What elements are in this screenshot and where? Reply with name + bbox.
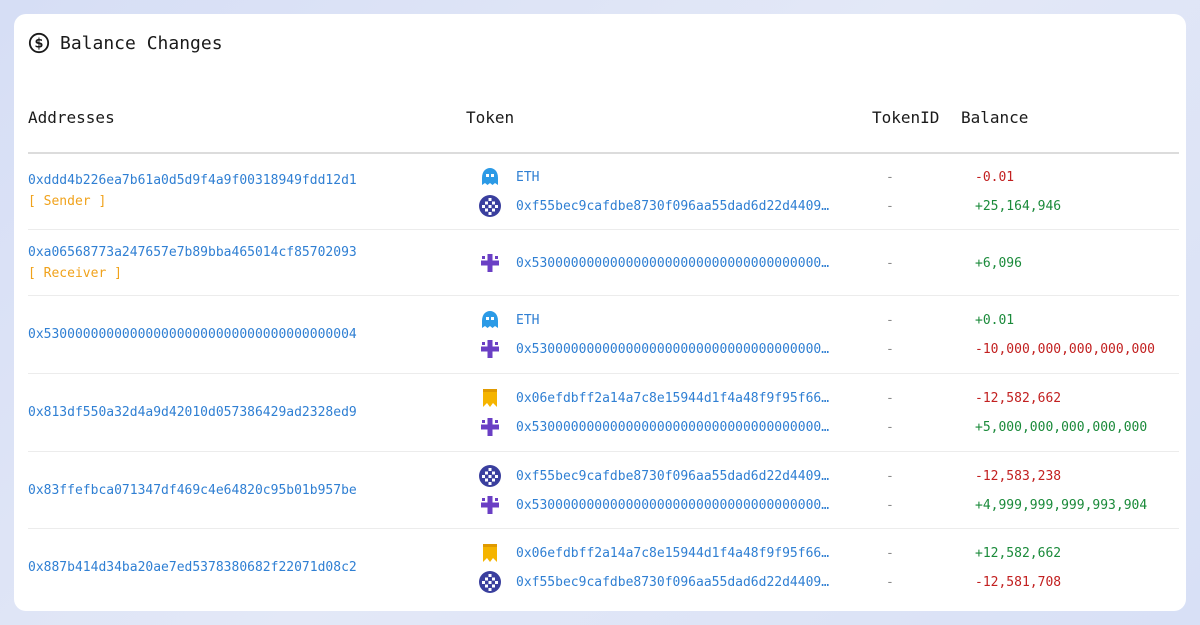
balance-change-value: -12,582,662 [975,391,1062,406]
balance-change-value: +25,164,946 [975,199,1062,214]
token-id-value: - [886,342,894,357]
token-id-value: - [886,420,894,435]
token-link[interactable]: 0x5300000000000000000000000000000000000… [516,491,866,520]
token-balance-entry: 0x06efdbff2a14a7c8e15944d1f4a48f9f95f66…… [28,384,1179,413]
token-link[interactable]: 0xf55bec9cafdbe8730f096aa55dad6d22d4409… [516,568,866,597]
token-link[interactable]: 0x06efdbff2a14a7c8e15944d1f4a48f9f95f66… [516,384,866,413]
balance-change-value: +0.01 [975,313,1015,328]
token-balance-entry: 0x5300000000000000000000000000000000000…… [28,491,1179,520]
token-id-value: - [886,469,894,484]
table-header: Addresses Token TokenID Balance [28,108,1179,154]
token-balance-entry: 0xf55bec9cafdbe8730f096aa55dad6d22d4409…… [28,192,1179,221]
token-link[interactable]: 0xf55bec9cafdbe8730f096aa55dad6d22d4409… [516,192,866,221]
token-balance-entry: 0x5300000000000000000000000000000000000…… [28,249,1179,278]
svg-text:$: $ [35,37,44,52]
yellow-token-icon [478,386,502,410]
checker-token-icon [478,570,502,594]
token-balance-entry: ETH - -0.01 [28,163,1179,192]
table-row: 0xa06568773a247657e7b89bba465014cf857020… [28,230,1179,296]
cross-token-icon [478,337,502,361]
token-link[interactable]: 0x5300000000000000000000000000000000000… [516,413,866,442]
balance-change-value: +5,000,000,000,000,000 [975,420,1148,435]
yellow-token-icon [478,541,502,565]
balance-change-value: -12,581,708 [975,575,1062,590]
eth-token-icon [478,165,502,189]
token-link[interactable]: ETH [516,306,866,335]
token-link[interactable]: 0x5300000000000000000000000000000000000… [516,335,866,364]
token-balance-entry: 0xf55bec9cafdbe8730f096aa55dad6d22d4409…… [28,462,1179,491]
dollar-circle-icon: $ [28,32,50,54]
balance-change-value: +4,999,999,999,993,904 [975,498,1148,513]
page-title: Balance Changes [60,32,223,54]
balance-change-value: +12,582,662 [975,546,1062,561]
token-balance-entry: 0x5300000000000000000000000000000000000…… [28,335,1179,364]
balance-change-value: +6,096 [975,256,1022,271]
balance-change-value: -10,000,000,000,000,000 [975,342,1156,357]
table-row: 0xddd4b226ea7b61a0d5d9f4a9f00318949fdd12… [28,153,1179,230]
column-header-token-id: TokenID [872,108,940,127]
table-row: 0x887b414d34ba20ae7ed5378380682f22071d08… [28,529,1179,606]
balance-change-value: -12,583,238 [975,469,1062,484]
table-row: 0x813df550a32d4a9d42010d057386429ad2328e… [28,374,1179,452]
token-balance-entry: ETH - +0.01 [28,306,1179,335]
card-header: $ Balance Changes [28,32,223,54]
checker-token-icon [478,194,502,218]
cross-token-icon [478,493,502,517]
token-balance-entry: 0xf55bec9cafdbe8730f096aa55dad6d22d4409…… [28,568,1179,597]
token-id-value: - [886,199,894,214]
token-link[interactable]: 0x06efdbff2a14a7c8e15944d1f4a48f9f95f66… [516,539,866,568]
checker-token-icon [478,464,502,488]
token-id-value: - [886,498,894,513]
token-id-value: - [886,546,894,561]
balance-change-value: -0.01 [975,170,1015,185]
column-header-token: Token [466,108,515,127]
token-link[interactable]: ETH [516,163,866,192]
table-row: 0x83ffefbca071347df469c4e64820c95b01b957… [28,452,1179,529]
token-id-value: - [886,391,894,406]
token-link[interactable]: 0xf55bec9cafdbe8730f096aa55dad6d22d4409… [516,462,866,491]
token-id-value: - [886,256,894,271]
table-row: 0x53000000000000000000000000000000000000… [28,296,1179,374]
token-id-value: - [886,575,894,590]
cross-token-icon [478,251,502,275]
token-balance-entry: 0x06efdbff2a14a7c8e15944d1f4a48f9f95f66…… [28,539,1179,568]
token-link[interactable]: 0x5300000000000000000000000000000000000… [516,249,866,278]
column-header-balance: Balance [961,108,1029,127]
balance-changes-card: $ Balance Changes Addresses Token TokenI… [14,14,1186,611]
token-id-value: - [886,170,894,185]
eth-token-icon [478,308,502,332]
token-balance-entry: 0x5300000000000000000000000000000000000…… [28,413,1179,442]
cross-token-icon [478,415,502,439]
token-id-value: - [886,313,894,328]
column-header-addresses: Addresses [28,108,115,127]
